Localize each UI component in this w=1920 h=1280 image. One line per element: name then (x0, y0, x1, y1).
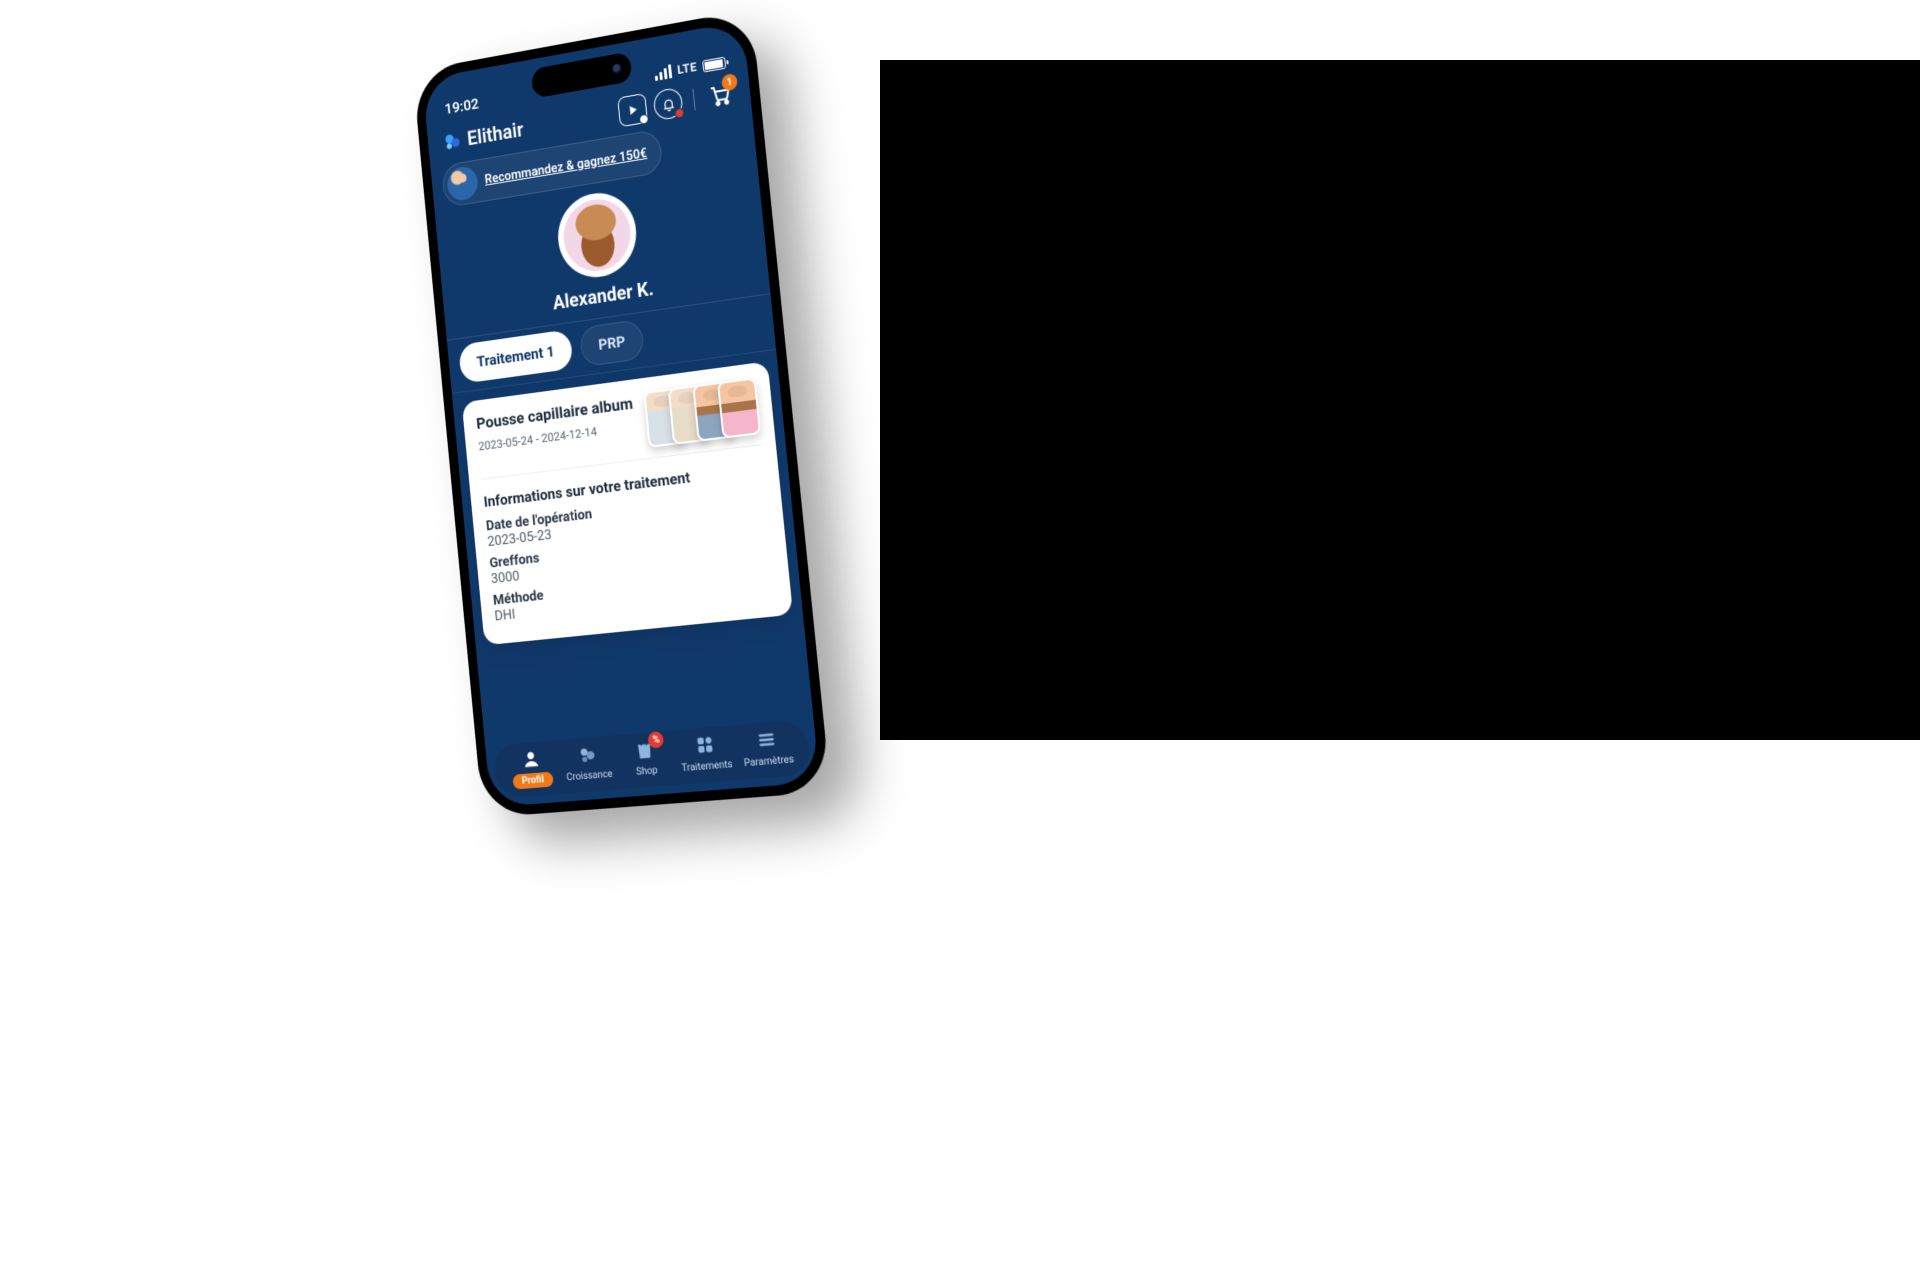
content-card: Pousse capillaire album 2023-05-24 - 202… (462, 361, 793, 645)
nav-profil[interactable]: Profil (502, 746, 562, 790)
nav-croissance[interactable]: Croissance (558, 741, 619, 786)
brand-name: Elithair (466, 117, 524, 150)
shopping-bag-icon (633, 738, 656, 762)
battery-icon (702, 57, 726, 73)
nav-label: Shop (630, 763, 664, 781)
nav-label: Traitements (675, 757, 739, 777)
promo-text: Recommandez & gagnez 150€ (484, 145, 648, 187)
nav-shop[interactable]: Shop (615, 736, 677, 781)
cart-count-badge: 1 (721, 73, 738, 92)
album-thumb (717, 377, 761, 438)
phone-screen: 19:02 LTE Elithair (422, 21, 820, 807)
nav-label: Profil (512, 772, 554, 790)
video-badge-dot (639, 113, 649, 124)
tab-traitement-1[interactable]: Traitement 1 (458, 329, 574, 384)
brand-logo-icon (441, 129, 462, 154)
promo-avatar-icon (446, 165, 479, 203)
cart-button[interactable]: 1 (704, 78, 736, 113)
profile-avatar[interactable] (554, 188, 640, 283)
tab-prp[interactable]: PRP (579, 319, 645, 367)
background-black-block (880, 60, 1920, 740)
menu-icon (755, 728, 779, 752)
nav-label: Paramètres (738, 752, 801, 772)
main-content: Pousse capillaire album 2023-05-24 - 202… (452, 350, 813, 739)
phone-frame: 19:02 LTE Elithair (413, 9, 831, 818)
growth-icon (576, 743, 598, 767)
user-icon (520, 748, 542, 771)
brand[interactable]: Elithair (441, 117, 524, 154)
notifications-badge-dot (674, 107, 684, 119)
nav-label: Croissance (560, 766, 618, 786)
nav-traitements[interactable]: Traitements (673, 731, 739, 777)
video-icon[interactable] (617, 93, 648, 127)
album-thumbnails (643, 377, 761, 448)
phone-mockup: 19:02 LTE Elithair (413, 9, 831, 818)
notifications-icon[interactable] (653, 87, 684, 122)
network-label: LTE (677, 60, 698, 77)
nav-parametres[interactable]: Paramètres (735, 726, 801, 772)
phone-mockup-scene: 19:02 LTE Elithair (430, 35, 910, 955)
status-time: 19:02 (444, 95, 480, 118)
header-separator (692, 89, 695, 111)
signal-bars-icon (654, 64, 672, 81)
grid-icon (693, 733, 716, 757)
